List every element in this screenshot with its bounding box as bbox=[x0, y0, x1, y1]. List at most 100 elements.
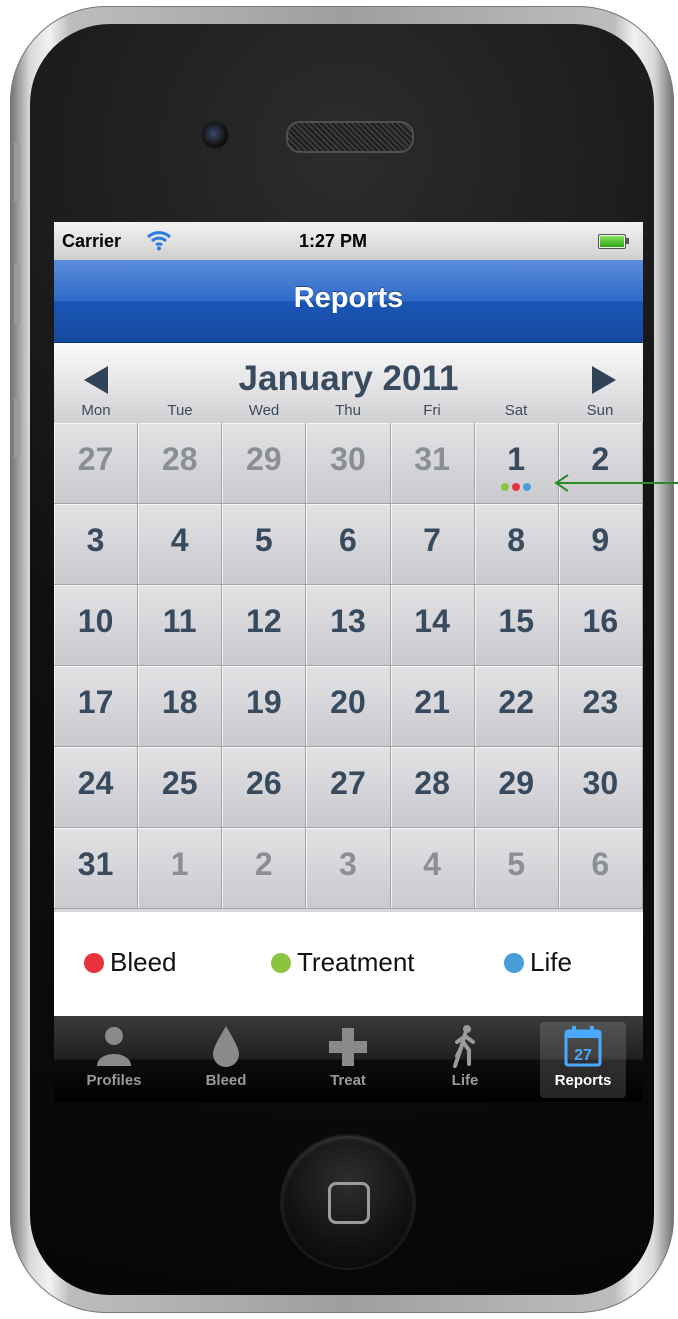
calendar-grid: 27 28 29 30 31 1 2 3 4 5 6 7 8 9 10 11 12 13 14 15 16 17 18 19 2… bbox=[54, 423, 643, 909]
weekday-label: Tue bbox=[167, 402, 193, 419]
weekday-label: Wed bbox=[248, 402, 280, 419]
day-cell[interactable]: 19 bbox=[222, 666, 307, 747]
day-cell[interactable]: 4 bbox=[390, 828, 475, 909]
day-cell[interactable]: 8 bbox=[474, 504, 559, 585]
day-cell[interactable]: 1 bbox=[474, 423, 559, 504]
day-number: 15 bbox=[498, 603, 534, 639]
legend-item-treatment: Treatment bbox=[271, 947, 415, 978]
day-cell[interactable]: 16 bbox=[558, 585, 643, 666]
next-month-button[interactable] bbox=[584, 360, 624, 400]
drop-icon bbox=[213, 1026, 239, 1067]
carrier-label: Carrier bbox=[62, 231, 122, 251]
legend-label: Treatment bbox=[297, 947, 415, 977]
day-number: 29 bbox=[498, 765, 534, 801]
day-cell[interactable]: 31 bbox=[390, 423, 475, 504]
tab-bar: Profiles Bleed Treat Life 27 Reports bbox=[54, 1016, 643, 1102]
clock: 1:27 PM bbox=[299, 231, 368, 251]
green-dot-icon bbox=[271, 952, 291, 973]
day-cell[interactable]: 31 bbox=[54, 828, 139, 909]
weekday-label: Sat bbox=[504, 402, 528, 419]
day-number: 30 bbox=[582, 765, 619, 801]
day-cell[interactable]: 6 bbox=[558, 828, 643, 909]
day-cell[interactable]: 3 bbox=[54, 504, 139, 585]
day-cell[interactable]: 22 bbox=[474, 666, 559, 747]
day-cell[interactable]: 24 bbox=[54, 747, 139, 828]
day-number: 27 bbox=[77, 441, 114, 477]
day-number: 3 bbox=[86, 522, 105, 558]
day-cell[interactable]: 7 bbox=[390, 504, 475, 585]
day-number: 20 bbox=[330, 684, 366, 720]
app-screen: Carrier 1:27 PM Reports January 2011 Mon… bbox=[54, 222, 643, 1102]
day-number: 9 bbox=[591, 522, 610, 558]
status-bar: Carrier 1:27 PM bbox=[54, 222, 643, 260]
day-number: 7 bbox=[423, 522, 441, 558]
day-cell[interactable]: 3 bbox=[306, 828, 391, 909]
day-cell[interactable]: 27 bbox=[306, 747, 391, 828]
day-number: 6 bbox=[591, 846, 610, 882]
day-cell[interactable]: 14 bbox=[390, 585, 475, 666]
weekday-label: Mon bbox=[81, 402, 111, 419]
wifi-icon bbox=[146, 231, 172, 251]
day-cell[interactable]: 4 bbox=[138, 504, 223, 585]
home-button[interactable] bbox=[282, 1136, 414, 1268]
day-cell[interactable]: 23 bbox=[558, 666, 643, 747]
day-number: 19 bbox=[246, 684, 282, 720]
day-cell[interactable]: 11 bbox=[138, 585, 223, 666]
day-number: 11 bbox=[162, 603, 197, 639]
tab-label: Reports bbox=[554, 1072, 612, 1089]
day-cell[interactable]: 29 bbox=[222, 423, 307, 504]
day-number: 21 bbox=[414, 684, 450, 720]
day-number: 29 bbox=[246, 441, 282, 477]
day-number: 1 bbox=[507, 441, 526, 477]
day-cell[interactable]: 2 bbox=[222, 828, 307, 909]
tab-treat[interactable]: Treat bbox=[305, 1022, 391, 1098]
tab-label: Treat bbox=[330, 1072, 366, 1089]
day-cell[interactable]: 6 bbox=[306, 504, 391, 585]
day-number: 27 bbox=[330, 765, 366, 801]
event-dot-icon bbox=[512, 483, 521, 491]
day-cell[interactable]: 29 bbox=[474, 747, 559, 828]
day-cell[interactable]: 30 bbox=[558, 747, 643, 828]
day-number: 5 bbox=[507, 846, 526, 882]
day-number: 31 bbox=[414, 441, 450, 477]
day-cell[interactable]: 30 bbox=[306, 423, 391, 504]
day-cell[interactable]: 27 bbox=[54, 423, 139, 504]
event-dot-icon bbox=[501, 483, 510, 491]
month-title: January 2011 bbox=[238, 359, 459, 398]
day-number: 26 bbox=[246, 765, 282, 801]
day-cell[interactable]: 10 bbox=[54, 585, 139, 666]
day-cell[interactable]: 5 bbox=[474, 828, 559, 909]
volume-down-button bbox=[14, 398, 20, 458]
day-cell[interactable]: 26 bbox=[222, 747, 307, 828]
day-cell[interactable]: 13 bbox=[306, 585, 391, 666]
day-number: 28 bbox=[414, 765, 450, 801]
day-number: 2 bbox=[254, 846, 273, 882]
day-number: 12 bbox=[246, 603, 282, 639]
tab-reports[interactable]: 27 Reports bbox=[540, 1022, 626, 1098]
day-number: 10 bbox=[77, 603, 114, 639]
day-cell[interactable]: 1 bbox=[138, 828, 223, 909]
day-number: 6 bbox=[339, 522, 357, 558]
tab-life[interactable]: Life bbox=[422, 1022, 508, 1098]
day-cell[interactable]: 18 bbox=[138, 666, 223, 747]
day-cell[interactable]: 28 bbox=[138, 423, 223, 504]
tab-label: Bleed bbox=[205, 1072, 247, 1089]
day-cell[interactable]: 17 bbox=[54, 666, 139, 747]
tab-label: Life bbox=[451, 1072, 479, 1089]
day-number: 1 bbox=[170, 846, 189, 882]
day-cell[interactable]: 5 bbox=[222, 504, 307, 585]
navigation-bar: Reports bbox=[54, 260, 643, 343]
day-number: 25 bbox=[161, 765, 198, 801]
tab-profiles[interactable]: Profiles bbox=[71, 1022, 157, 1098]
tab-bleed[interactable]: Bleed bbox=[183, 1022, 269, 1098]
home-square-icon bbox=[328, 1182, 370, 1224]
day-cell[interactable]: 28 bbox=[390, 747, 475, 828]
day-cell[interactable]: 15 bbox=[474, 585, 559, 666]
day-cell[interactable]: 20 bbox=[306, 666, 391, 747]
day-cell[interactable]: 12 bbox=[222, 585, 307, 666]
day-cell[interactable]: 25 bbox=[138, 747, 223, 828]
day-cell[interactable]: 9 bbox=[558, 504, 643, 585]
day-number: 13 bbox=[330, 603, 366, 639]
day-cell[interactable]: 21 bbox=[390, 666, 475, 747]
day-number: 8 bbox=[507, 522, 526, 558]
